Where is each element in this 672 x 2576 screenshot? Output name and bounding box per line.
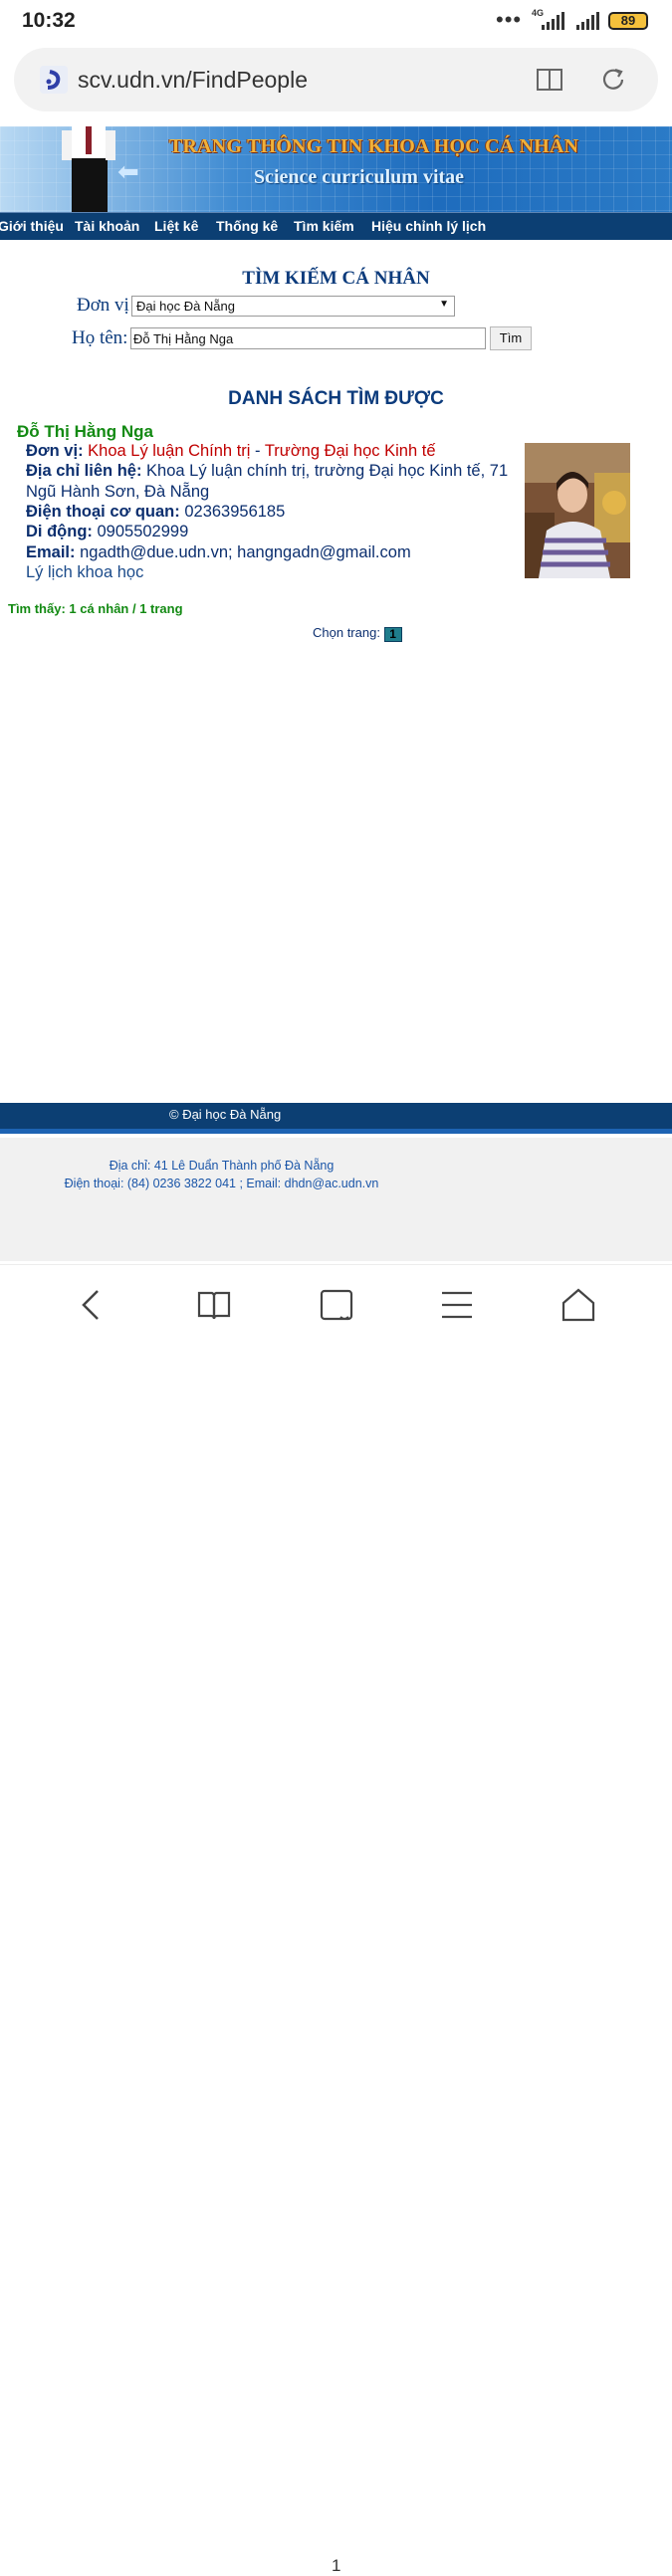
name-input[interactable]: Đỗ Thị Hằng Nga [130,327,486,349]
signal-icon [542,12,564,30]
site-favicon-icon [40,66,68,94]
dropdown-arrow-icon: ▼ [439,299,449,310]
status-bar: 10:32 ••• 4G 89 [0,0,672,44]
home-icon[interactable] [560,1287,596,1323]
pager: Chọn trang: 1 [313,625,402,642]
banner-title: TRANG THÔNG TIN KHOA HỌC CÁ NHÂN [169,135,579,157]
search-button[interactable]: Tìm [490,326,532,350]
person-address: Địa chỉ liên hệ: Khoa Lý luận chính trị,… [26,462,508,481]
bookmarks-icon[interactable] [196,1287,232,1323]
nav-gioi-thieu[interactable]: Giới thiệu [0,218,64,234]
browser-bottom-bar: 1 [0,1264,672,2575]
unit-field-label: Đơn vị: [26,442,84,460]
office-phone-label: Điện thoại cơ quan: [26,503,180,521]
name-label: Họ tên: [72,327,128,348]
page-1-button[interactable]: 1 [383,627,402,642]
address-line1: Khoa Lý luận chính trị, trường Đại học K… [146,462,509,480]
signal-icon-2 [576,12,599,30]
site-banner: ⬅ TRANG THÔNG TIN KHOA HỌC CÁ NHÂN Scien… [0,126,672,212]
unit-dept: Khoa Lý luận Chính trị [88,442,251,460]
banner-person-image [62,126,115,212]
person-email: Email: ngadth@due.udn.vn; hangngadn@gmai… [26,543,411,562]
main-nav: Giới thiệu Tài khoản Liệt kê Thống kê Tì… [0,212,672,240]
email-label: Email: [26,543,76,561]
banner-arrow-icon: ⬅ [117,156,139,186]
notification-dots-icon: ••• [496,7,523,32]
nav-liet-ke[interactable]: Liệt kê [154,218,198,234]
reload-icon[interactable] [599,66,627,94]
email-value: ngadth@due.udn.vn; hangngadn@gmail.com [80,543,411,561]
nav-tai-khoan[interactable]: Tài khoản [75,218,139,234]
address-bar[interactable]: scv.udn.vn/FindPeople [14,48,658,111]
back-icon[interactable] [76,1287,112,1323]
pager-label: Chọn trang: [313,625,380,640]
footer-stripe [0,1129,672,1134]
unit-school: Trường Đại học Kinh tế [264,442,436,460]
footer-address: Địa chỉ: 41 Lê Duẩn Thành phố Đà Nẵng [109,1159,335,1173]
nav-hieu-chinh-ly-lich[interactable]: Hiệu chỉnh lý lịch [371,218,486,234]
mobile-label: Di động: [26,523,93,540]
menu-icon[interactable] [439,1287,475,1323]
person-unit: Đơn vị: Khoa Lý luận Chính trị - Trường … [26,442,436,461]
nav-tim-kiem[interactable]: Tìm kiếm [294,218,354,234]
footer-contact: Điện thoại: (84) 0236 3822 041 ; Email: … [64,1177,379,1190]
footer-band [0,1103,672,1129]
url-text[interactable]: scv.udn.vn/FindPeople [78,67,308,94]
footer-copyright: © Đại học Đà Nẵng [169,1107,282,1122]
footer-info [0,1138,672,1261]
cv-link[interactable]: Lý lịch khoa học [26,563,143,582]
person-mobile: Di động: 0905502999 [26,523,188,541]
banner-subtitle: Science curriculum vitae [254,166,465,188]
reader-mode-icon[interactable] [536,67,563,93]
unit-select[interactable]: Đại học Đà Nẵng ▼ [131,296,455,317]
office-phone-value: 02363956185 [184,503,286,521]
address-line2: Ngũ Hành Sơn, Đà Nẵng [26,483,210,501]
battery-icon: 89 [608,12,648,30]
search-title: TÌM KIẾM CÁ NHÂN [242,268,430,289]
mobile-value: 0905502999 [97,523,189,540]
person-name[interactable]: Đỗ Thị Hằng Nga [17,422,153,442]
nav-thong-ke[interactable]: Thống kê [216,218,278,234]
person-office-phone: Điện thoại cơ quan: 02363956185 [26,503,285,522]
status-time: 10:32 [22,9,76,32]
results-title: DANH SÁCH TÌM ĐƯỢC [228,388,444,409]
address-label: Địa chỉ liên hệ: [26,462,142,480]
unit-separator: - [250,442,265,460]
tabs-icon[interactable] [319,1287,354,1323]
tab-count: 1 [332,2556,341,2575]
person-photo [525,443,630,578]
unit-select-value: Đại học Đà Nẵng [136,299,235,314]
unit-label: Đơn vị [77,295,129,316]
found-count: Tìm thấy: 1 cá nhân / 1 trang [8,601,183,616]
